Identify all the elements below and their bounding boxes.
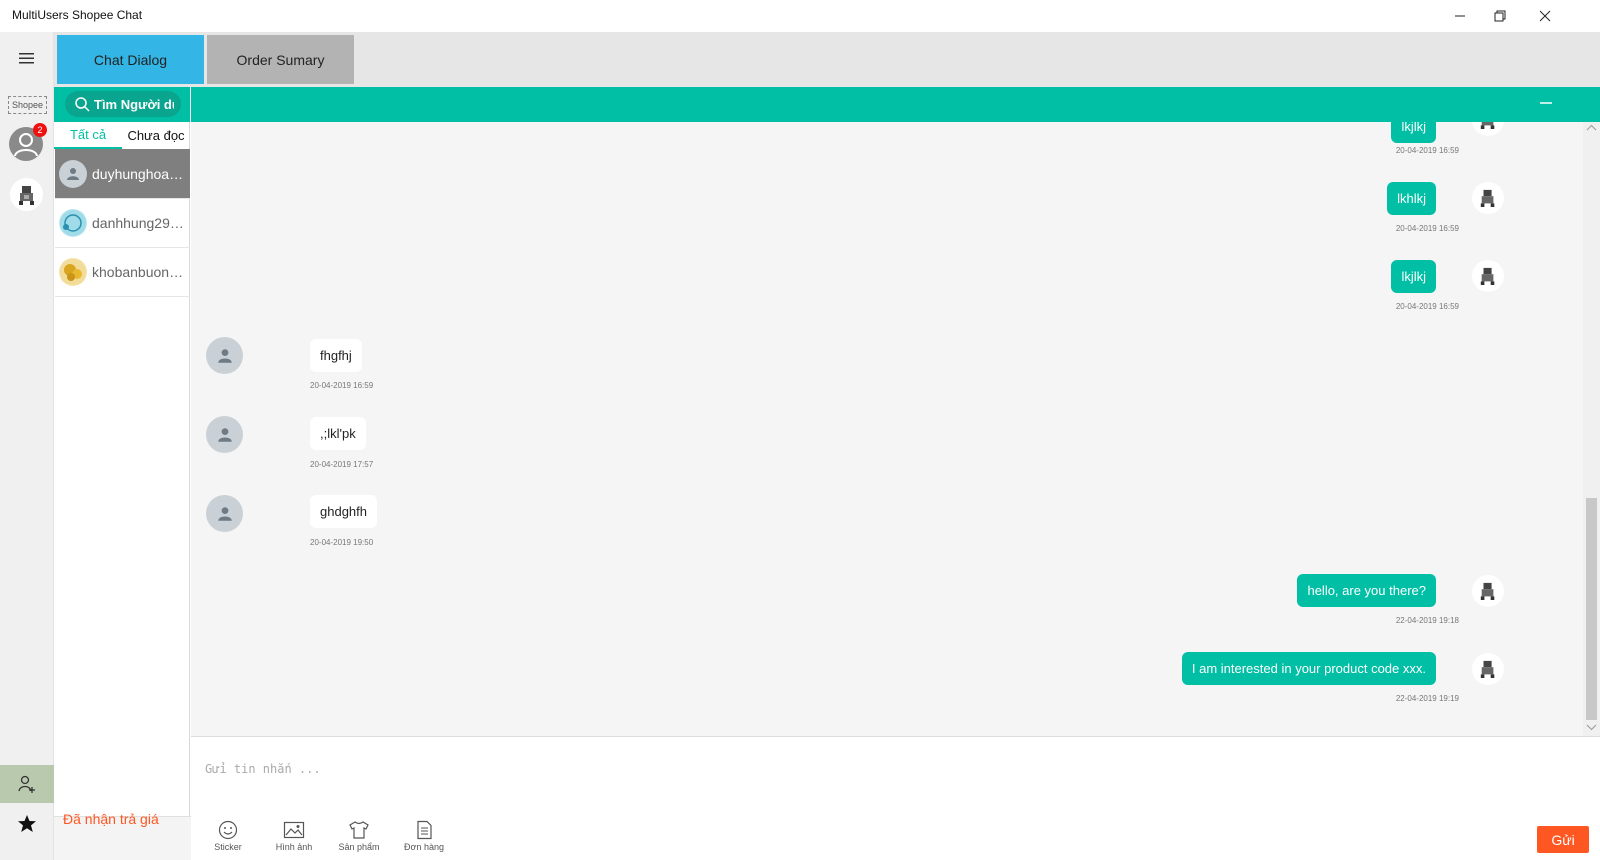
chat-header xyxy=(191,87,1600,122)
shop-avatar[interactable] xyxy=(10,178,43,211)
close-icon xyxy=(1539,10,1551,22)
star-icon xyxy=(18,815,36,832)
chat-partner-label: duyhunghoang1998 xyxy=(801,8,943,25)
message-timestamp: 22-04-2019 19:19 xyxy=(1395,694,1459,703)
incoming-message: ,;lkl'pk xyxy=(310,417,366,450)
message-timestamp: 20-04-2019 17:57 xyxy=(310,460,374,469)
message-input[interactable] xyxy=(205,744,1565,794)
message-timestamp: 20-04-2019 16:59 xyxy=(1395,302,1459,311)
conversation-name: khobanbuonhanghoa xyxy=(92,263,184,280)
user-icon xyxy=(217,348,232,363)
gold-coins-icon xyxy=(60,258,86,285)
collapse-button[interactable] xyxy=(1538,95,1554,111)
shop-logo-icon xyxy=(1480,267,1495,285)
shop-avatar xyxy=(1472,653,1504,685)
conversation-item[interactable]: khobanbuonhanghoa xyxy=(55,247,190,297)
shop-logo-icon xyxy=(60,209,86,236)
document-icon xyxy=(417,820,432,840)
shop-logo-icon xyxy=(1480,582,1495,600)
conversation-name: danhhung2905 xyxy=(92,214,184,231)
tab-order-summary[interactable]: Order Sumary xyxy=(207,35,354,84)
add-user-icon xyxy=(18,775,35,793)
user-icon xyxy=(217,506,232,521)
outgoing-message: I am interested in your product code xxx… xyxy=(1181,652,1436,685)
scrollbar-thumb[interactable] xyxy=(1586,498,1597,720)
search-field[interactable] xyxy=(65,91,181,117)
tool-label: Sticker xyxy=(214,842,242,852)
filter-all[interactable]: Tất cả xyxy=(54,122,122,149)
outgoing-message: hello, are you there? xyxy=(1297,574,1436,607)
message-timestamp: 22-04-2019 19:18 xyxy=(1395,616,1459,625)
partner-avatar xyxy=(206,416,243,453)
smiley-icon xyxy=(218,820,238,840)
send-button[interactable]: Gửi xyxy=(1537,826,1589,853)
sticker-button[interactable]: Sticker xyxy=(200,820,256,852)
conversation-item[interactable]: duyhunghoang1998 xyxy=(55,149,190,199)
order-button[interactable]: Đơn hàng xyxy=(396,820,452,852)
search-icon xyxy=(75,97,90,112)
message-timestamp: 20-04-2019 19:50 xyxy=(310,538,374,547)
avatar xyxy=(59,208,87,237)
chevron-down-icon xyxy=(1586,724,1597,731)
chevron-up-icon xyxy=(1586,124,1597,131)
shop-logo-icon xyxy=(1480,189,1495,207)
message-timestamp: 20-04-2019 16:59 xyxy=(310,381,374,390)
tool-label: Sản phẩm xyxy=(338,842,380,852)
message-area: lkjlkj 20-04-2019 16:59 lkhlkj 20-04-201… xyxy=(191,122,1583,736)
user-icon xyxy=(217,427,232,442)
incoming-message: ghdghfh xyxy=(310,495,377,528)
outgoing-message: lkjlkj xyxy=(1391,260,1436,293)
image-icon xyxy=(283,821,305,839)
app-title: MultiUsers Shopee Chat xyxy=(12,8,143,22)
scroll-down-button[interactable] xyxy=(1586,724,1597,731)
search-input[interactable] xyxy=(94,96,174,112)
shop-label[interactable]: Shopee xyxy=(8,96,47,114)
avatar xyxy=(59,257,87,286)
hamburger-icon xyxy=(19,53,34,64)
image-button[interactable]: Hình ảnh xyxy=(266,820,322,852)
shirt-icon xyxy=(349,821,369,839)
add-account-button[interactable] xyxy=(0,765,54,803)
product-button[interactable]: Sản phẩm xyxy=(331,820,387,852)
shop-logo-icon xyxy=(1480,660,1495,678)
partner-avatar xyxy=(206,495,243,532)
received-offers-link[interactable]: Đã nhận trả giá xyxy=(63,811,159,827)
shop-avatar xyxy=(1472,260,1504,292)
menu-button[interactable] xyxy=(16,50,38,66)
close-button[interactable] xyxy=(1522,0,1568,32)
restore-icon xyxy=(1494,10,1506,22)
tool-label: Hình ảnh xyxy=(275,842,313,852)
scroll-up-button[interactable] xyxy=(1586,124,1597,131)
conversation-name: duyhunghoang1998 xyxy=(92,165,184,182)
incoming-message: fhgfhj xyxy=(310,339,362,372)
filter-unread[interactable]: Chưa đọc xyxy=(122,122,190,149)
tool-label: Đơn hàng xyxy=(404,842,444,852)
notification-badge: 2 xyxy=(33,123,47,137)
message-timestamp: 20-04-2019 16:59 xyxy=(1395,146,1459,155)
restore-button[interactable] xyxy=(1477,0,1523,32)
shop-logo-icon xyxy=(1480,122,1495,129)
shop-avatar xyxy=(1472,182,1504,214)
message-timestamp: 20-04-2019 16:59 xyxy=(1395,224,1459,233)
shop-logo-icon xyxy=(18,185,34,205)
chevron-down-icon xyxy=(948,13,959,20)
outgoing-message: lkhlkj xyxy=(1387,182,1436,215)
partner-avatar xyxy=(206,337,243,374)
conversation-item[interactable]: danhhung2905 xyxy=(55,198,190,248)
chat-partner-name[interactable]: duyhunghoang1998 xyxy=(750,8,1010,26)
favorites-button[interactable] xyxy=(17,814,37,833)
shop-avatar xyxy=(1472,122,1504,136)
minimize-icon xyxy=(1455,15,1465,17)
shop-avatar xyxy=(1472,575,1504,607)
user-icon xyxy=(67,167,79,180)
outgoing-message: lkjlkj xyxy=(1391,122,1436,143)
minus-icon xyxy=(1540,102,1552,104)
tab-chat-dialog[interactable]: Chat Dialog xyxy=(57,35,204,84)
avatar xyxy=(59,159,87,188)
